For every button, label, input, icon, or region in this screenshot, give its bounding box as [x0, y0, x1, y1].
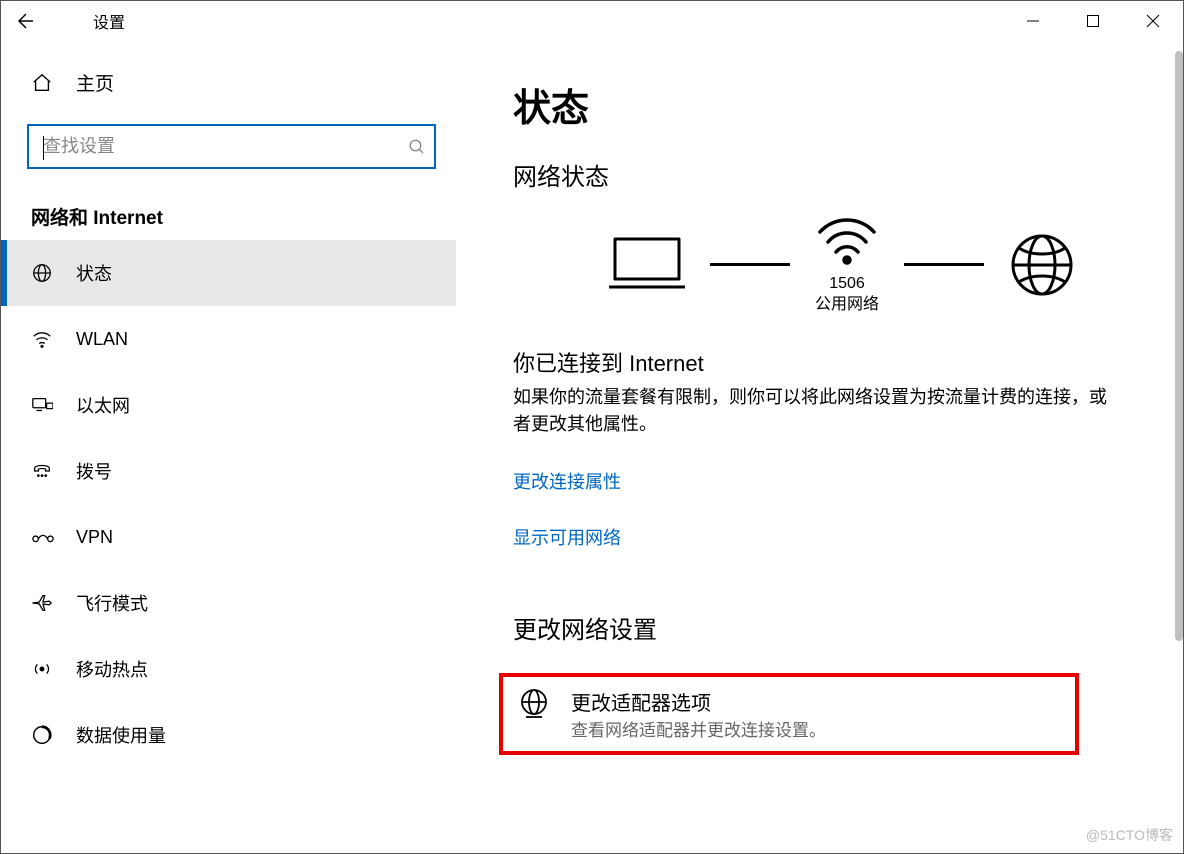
sidebar-item-airplane[interactable]: 飞行模式 [1, 570, 456, 636]
option-description: 查看网络适配器并更改连接设置。 [571, 716, 826, 741]
connector-line [710, 263, 790, 266]
arrow-left-icon [13, 9, 37, 33]
minimize-button[interactable] [1003, 1, 1063, 41]
titlebar: 设置 [1, 1, 1183, 41]
sidebar-home[interactable]: 主页 [1, 51, 456, 114]
globe-large-icon [1009, 232, 1075, 298]
search-icon [408, 138, 426, 156]
sidebar-item-label: 飞行模式 [76, 590, 148, 616]
vpn-icon [31, 526, 55, 548]
sidebar-item-vpn[interactable]: VPN [1, 504, 456, 570]
watermark: @51CTO博客 [1086, 825, 1173, 845]
sidebar-item-label: 拨号 [76, 458, 112, 484]
sidebar-item-label: VPN [76, 527, 113, 548]
adapter-options-icon [517, 687, 551, 721]
close-icon [1146, 14, 1160, 28]
sidebar-item-status[interactable]: 状态 [1, 240, 456, 306]
sidebar-item-label: 数据使用量 [76, 722, 166, 748]
sidebar-item-datausage[interactable]: 数据使用量 [1, 702, 456, 768]
sidebar-item-wlan[interactable]: WLAN [1, 306, 456, 372]
section-change-network-settings: 更改网络设置 [513, 610, 1171, 645]
maximize-icon [1086, 14, 1100, 28]
option-change-adapter[interactable]: 更改适配器选项 查看网络适配器并更改连接设置。 [499, 673, 1079, 755]
page-title: 状态 [513, 77, 1171, 132]
sidebar-item-label: 移动热点 [76, 656, 148, 682]
sidebar: 主页 网络和 Internet 状态 WLAN [1, 51, 456, 853]
link-show-available-networks[interactable]: 显示可用网络 [513, 524, 621, 550]
content: 状态 网络状态 1506 公用网络 [491, 61, 1171, 853]
option-title: 更改适配器选项 [571, 687, 826, 716]
search-input[interactable] [27, 124, 436, 169]
connector-line [904, 263, 984, 266]
sidebar-category: 网络和 Internet [1, 169, 456, 240]
search-field[interactable] [41, 135, 408, 158]
data-usage-icon [31, 724, 53, 746]
text-cursor [43, 136, 44, 160]
section-network-status: 网络状态 [513, 157, 1171, 192]
diagram-network-type: 公用网络 [815, 295, 879, 316]
window-title: 设置 [93, 9, 125, 33]
sidebar-item-label: 以太网 [76, 392, 130, 418]
sidebar-item-ethernet[interactable]: 以太网 [1, 372, 456, 438]
sidebar-home-label: 主页 [76, 69, 114, 96]
home-icon [31, 72, 53, 94]
sidebar-item-label: 状态 [76, 260, 112, 286]
minimize-icon [1026, 14, 1040, 28]
computer-icon [609, 235, 685, 295]
sidebar-item-label: WLAN [76, 329, 128, 350]
connected-body: 如果你的流量套餐有限制，则你可以将此网络设置为按流量计费的连接，或者更改其他属性… [513, 384, 1113, 438]
ethernet-icon [31, 394, 53, 416]
airplane-icon [31, 592, 53, 614]
connected-heading: 你已连接到 Internet [513, 346, 1171, 378]
globe-icon [31, 262, 53, 284]
maximize-button[interactable] [1063, 1, 1123, 41]
back-button[interactable] [1, 1, 49, 41]
wifi-large-icon [816, 214, 878, 266]
hotspot-icon [31, 658, 53, 680]
sidebar-item-hotspot[interactable]: 移动热点 [1, 636, 456, 702]
network-diagram: 1506 公用网络 [513, 214, 1171, 316]
dialup-icon [31, 460, 53, 482]
scrollbar-thumb[interactable] [1175, 51, 1183, 641]
diagram-ssid: 1506 [815, 274, 879, 295]
scrollbar[interactable] [1175, 51, 1183, 853]
wifi-icon [31, 328, 53, 350]
link-change-connection-properties[interactable]: 更改连接属性 [513, 468, 621, 494]
close-button[interactable] [1123, 1, 1183, 41]
sidebar-item-dialup[interactable]: 拨号 [1, 438, 456, 504]
